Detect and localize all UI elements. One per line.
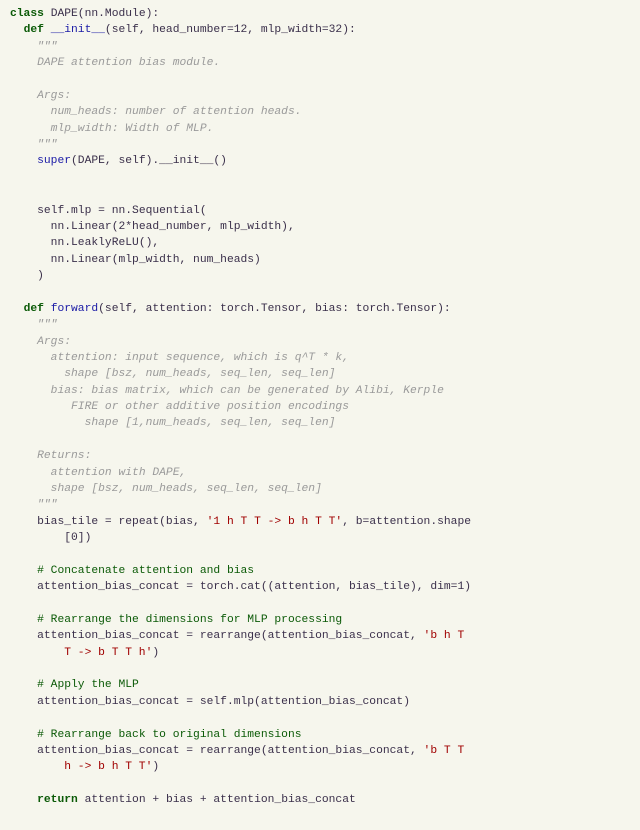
str-einops: h -> b h T T' [64, 761, 152, 773]
docstring-close: """ [37, 139, 57, 151]
super-rest: (DAPE, self).__init__() [71, 155, 227, 167]
fn-forward: forward [51, 303, 98, 315]
doc-arg: bias: bias matrix, which can be generate… [37, 385, 444, 397]
doc-arg: shape [1,num_heads, seq_len, seq_len] [37, 417, 335, 429]
comment: # Concatenate attention and bias [37, 565, 254, 577]
doc-ret: attention with DAPE, [37, 467, 186, 479]
mlp-line: nn.Linear(mlp_width, num_heads) [37, 254, 261, 266]
class-decl: DAPE(nn.Module): [51, 8, 159, 20]
docstring-open: """ [37, 41, 57, 53]
docstring-open: """ [37, 319, 57, 331]
keyword-return: return [37, 794, 78, 806]
comment: # Rearrange back to original dimensions [37, 729, 301, 741]
doc-line: DAPE attention bias module. [37, 57, 220, 69]
comment: # Apply the MLP [37, 679, 139, 691]
str-einops: '1 h T T -> b h T T' [207, 516, 343, 528]
keyword-def: def [24, 303, 44, 315]
mlp-line: nn.Linear(2*head_number, mlp_width), [37, 221, 295, 233]
bias-tile-left: bias_tile = repeat(bias, [37, 516, 206, 528]
bias-tile-cont: [0]) [64, 532, 91, 544]
forward-sig: (self, attention: torch.Tensor, bias: to… [98, 303, 451, 315]
str-einops: 'b h T [424, 630, 465, 642]
torch-cat: attention_bias_concat = torch.cat((atten… [37, 581, 471, 593]
fn-super: super [37, 155, 71, 167]
keyword-class: class [10, 8, 44, 20]
doc-arg: FIRE or other additive position encoding… [37, 401, 349, 413]
return-expr: attention + bias + attention_bias_concat [78, 794, 356, 806]
comment: # Rearrange the dimensions for MLP proce… [37, 614, 342, 626]
rearrange1-left: attention_bias_concat = rearrange(attent… [37, 630, 423, 642]
code-block: class DAPE(nn.Module): def __init__(self… [0, 0, 640, 818]
mlp-line: nn.LeaklyReLU(), [37, 237, 159, 249]
doc-arg: shape [bsz, num_heads, seq_len, seq_len] [37, 368, 335, 380]
fn-init: __init__ [51, 24, 105, 36]
doc-returns-hdr: Returns: [37, 450, 91, 462]
doc-arg: attention: input sequence, which is q^T … [37, 352, 349, 364]
doc-arg: num_heads: number of attention heads. [37, 106, 301, 118]
doc-args-hdr: Args: [37, 90, 71, 102]
mlp-def: self.mlp = nn.Sequential( [37, 205, 206, 217]
mlp-apply: attention_bias_concat = self.mlp(attenti… [37, 696, 410, 708]
rearrange2-close: ) [152, 761, 159, 773]
str-einops: T -> b T T h' [64, 647, 152, 659]
init-sig: (self, head_number=12, mlp_width=32): [105, 24, 356, 36]
rearrange2-left: attention_bias_concat = rearrange(attent… [37, 745, 423, 757]
doc-ret: shape [bsz, num_heads, seq_len, seq_len] [37, 483, 322, 495]
docstring-close: """ [37, 499, 57, 511]
rearrange1-close: ) [152, 647, 159, 659]
doc-arg: mlp_width: Width of MLP. [37, 123, 213, 135]
mlp-close: ) [37, 270, 44, 282]
bias-tile-right: , b=attention.shape [342, 516, 471, 528]
str-einops: 'b T T [424, 745, 465, 757]
doc-args-hdr: Args: [37, 336, 71, 348]
keyword-def: def [24, 24, 44, 36]
